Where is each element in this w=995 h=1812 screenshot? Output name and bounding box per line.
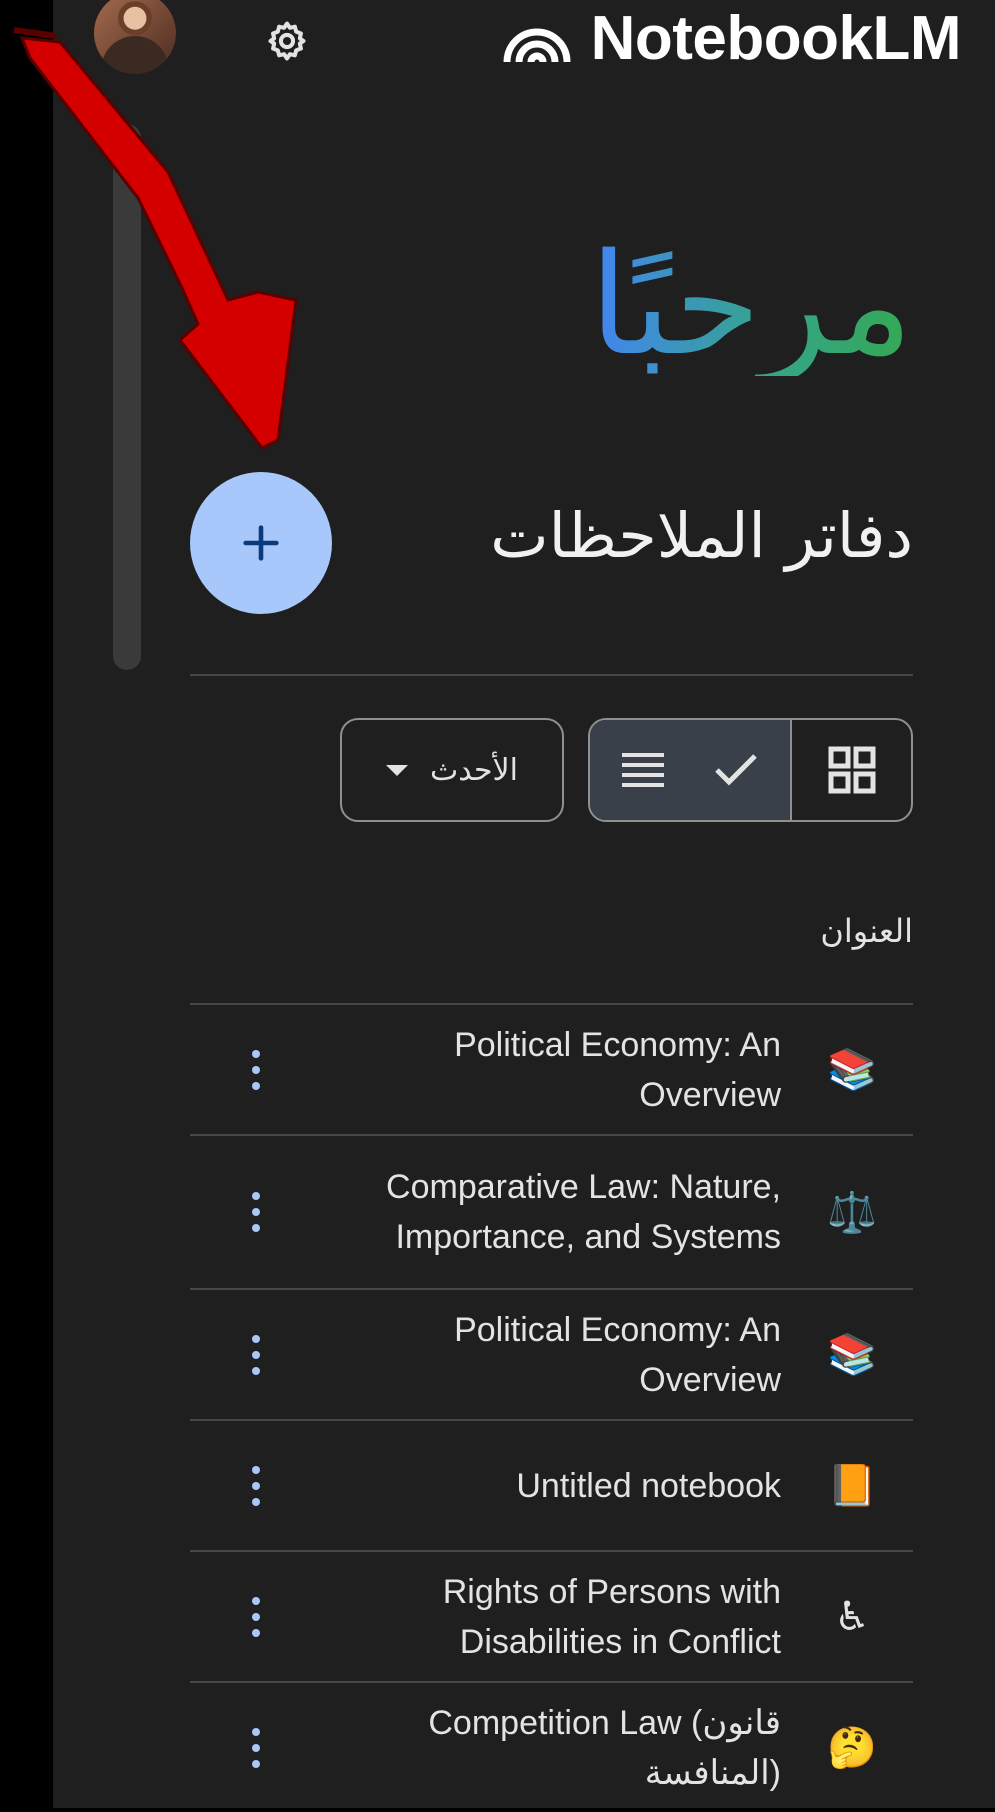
more-vert-icon[interactable]	[246, 1192, 266, 1232]
notebook-emoji-icon: 📙	[827, 1463, 877, 1509]
notebook-emoji-icon: 📚	[827, 1047, 877, 1093]
notebook-row[interactable]: Political Economy: An Overview 📚	[190, 1288, 913, 1419]
create-notebook-button[interactable]	[190, 472, 332, 614]
notebook-title: Political Economy: An Overview	[454, 1310, 781, 1399]
list-view-button[interactable]	[590, 720, 792, 820]
welcome-heading: مرحبًا	[589, 224, 913, 387]
notebook-row[interactable]: Political Economy: An Overview 📚	[190, 1003, 913, 1134]
notebook-row[interactable]: Rights of Persons with Disabilities in C…	[190, 1550, 913, 1681]
notebook-title: Rights of Persons with Disabilities in C…	[442, 1572, 781, 1661]
more-vert-icon[interactable]	[246, 1465, 266, 1506]
notebook-row[interactable]: Competition Law (قانون المنافسة) 🤔	[190, 1681, 913, 1812]
notebook-row[interactable]: Comparative Law: Nature, Importance, and…	[190, 1134, 913, 1288]
notebooklm-logo-icon	[503, 28, 571, 63]
notebook-list: Political Economy: An Overview 📚 Compara…	[190, 1003, 913, 1812]
column-header-title: العنوان	[820, 912, 913, 950]
notebook-title: Political Economy: An Overview	[454, 1025, 781, 1114]
scrollbar[interactable]	[113, 124, 141, 670]
grid-view-button[interactable]	[792, 720, 911, 820]
notebook-title: Competition Law (قانون المنافسة)	[428, 1703, 781, 1792]
notebook-title: Comparative Law: Nature, Importance, and…	[386, 1168, 781, 1256]
brand-name: NotebookLM	[590, 3, 962, 73]
notebook-title: Untitled notebook	[516, 1466, 781, 1505]
notebook-emoji-icon: ⚖️	[827, 1189, 877, 1236]
grid-icon	[828, 746, 875, 794]
more-vert-icon[interactable]	[246, 1596, 266, 1637]
notebook-emoji-icon: 🤔	[827, 1725, 877, 1771]
plus-icon	[243, 525, 279, 561]
brand-header: NotebookLM	[501, 0, 962, 76]
sort-dropdown[interactable]: الأحدث	[340, 718, 564, 822]
sort-label: الأحدث	[430, 752, 518, 788]
notebooks-section-title: دفاتر الملاحظات	[490, 499, 913, 572]
more-vert-icon[interactable]	[246, 1049, 266, 1090]
list-icon	[622, 753, 664, 787]
notebook-emoji-icon: ♿	[834, 1593, 870, 1640]
section-divider	[190, 674, 913, 676]
caret-down-icon	[386, 764, 409, 776]
more-vert-icon[interactable]	[246, 1334, 266, 1375]
more-vert-icon[interactable]	[246, 1727, 266, 1768]
notebook-emoji-icon: 📚	[827, 1332, 877, 1378]
check-icon	[715, 754, 757, 786]
notebook-row[interactable]: Untitled notebook 📙	[190, 1419, 913, 1550]
view-toggle	[588, 718, 913, 822]
settings-gear-icon[interactable]	[262, 16, 312, 66]
